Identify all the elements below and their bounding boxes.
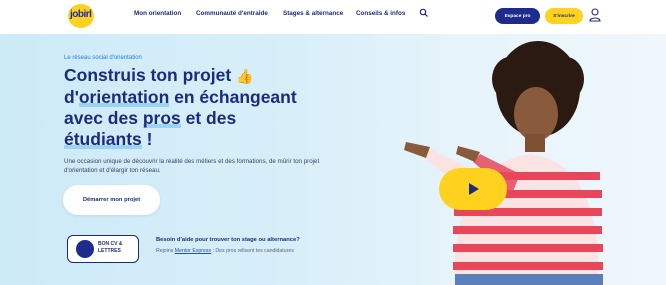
title-line-1-text: Construis ton projet: [64, 65, 232, 85]
title-line-3-prefix: avec des: [64, 108, 143, 128]
nav-conseils-infos[interactable]: Conseils & infos: [356, 10, 405, 17]
nav-stages-alternance[interactable]: Stages & alternance: [283, 10, 343, 17]
signup-button[interactable]: S'inscrire: [545, 8, 583, 24]
help-text-suffix: : Des pros relisent tes candidatures: [211, 248, 294, 254]
title-line-4-suffix: !: [141, 129, 153, 149]
title-line-4: étudiants !: [64, 129, 364, 150]
hero-section: Le réseau social d'orientation Construis…: [0, 34, 666, 285]
title-line-2: d'orientation en échangeant: [64, 87, 364, 108]
start-project-button[interactable]: Démarrer mon projet: [63, 185, 160, 215]
badge-label: BON CV & LETTRES: [98, 241, 123, 254]
espace-pro-button[interactable]: Espace pro: [495, 8, 540, 24]
title-highlight-orientation: orientation: [78, 87, 170, 107]
mentor-express-link[interactable]: Mentor Express: [175, 248, 211, 254]
bon-cv-lettres-badge[interactable]: BON CV & LETTRES: [67, 235, 139, 263]
thumbs-up-icon: 👍: [236, 68, 254, 84]
nav-communaute-entraide[interactable]: Communauté d'entraide: [196, 10, 268, 17]
title-highlight-etudiants: étudiants: [64, 129, 142, 149]
top-navbar: jobirl Mon orientation Communauté d'entr…: [0, 0, 666, 34]
hero-title: Construis ton projet 👍 d'orientation en …: [64, 65, 364, 150]
help-text: Rejoins Mentor Express : Des pros relise…: [156, 247, 336, 255]
title-line-3-suffix: et des: [180, 108, 237, 128]
title-line-2-suffix: en échangeant: [169, 87, 297, 107]
play-icon: [469, 183, 479, 195]
title-line-2-prefix: d': [64, 87, 79, 107]
title-line-3: avec des pros et des: [64, 108, 364, 129]
logo-text: jobirl: [70, 9, 92, 20]
help-title: Besoin d'aide pour trouver ton stage ou …: [156, 237, 300, 243]
badge-circle-icon: [76, 240, 94, 258]
hero-person-illustration: [404, 41, 603, 285]
hero-description: Une occasion unique de découvrir la réal…: [64, 158, 320, 174]
jobirl-logo[interactable]: jobirl: [68, 4, 108, 30]
nav-mon-orientation[interactable]: Mon orientation: [134, 10, 181, 17]
hero-tagline: Le réseau social d'orientation: [64, 55, 142, 61]
title-line-1: Construis ton projet 👍: [64, 65, 364, 87]
help-text-prefix: Rejoins: [156, 248, 175, 254]
search-icon[interactable]: [419, 8, 429, 18]
title-highlight-pros: pros: [142, 108, 181, 128]
user-icon[interactable]: [589, 8, 601, 22]
play-video-button[interactable]: [439, 168, 507, 210]
